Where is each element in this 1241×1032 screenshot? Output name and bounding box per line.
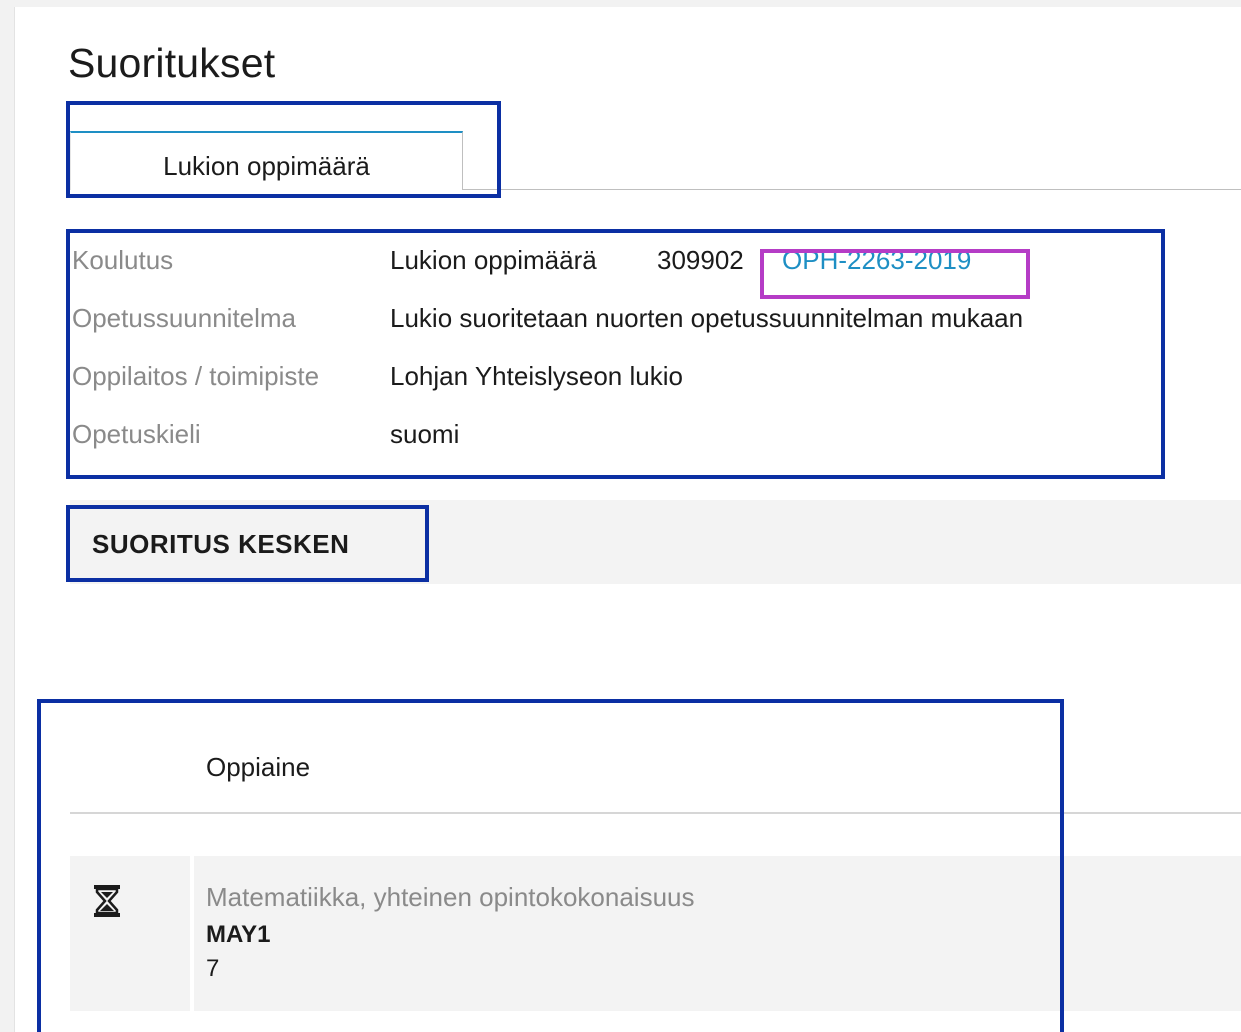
- page-title: Suoritukset: [68, 40, 276, 86]
- frame-left-gutter: [0, 0, 14, 1032]
- frame-shadow: [14, 7, 15, 1032]
- page: Suoritukset Lukion oppimäärä Koulutus Lu…: [0, 0, 1241, 1032]
- highlight-box-diaari: [760, 249, 1030, 299]
- highlight-box-status: [66, 505, 429, 582]
- highlight-box-table: [37, 699, 1064, 1032]
- frame-top-strip: [0, 0, 1241, 7]
- highlight-box-tab: [66, 101, 501, 198]
